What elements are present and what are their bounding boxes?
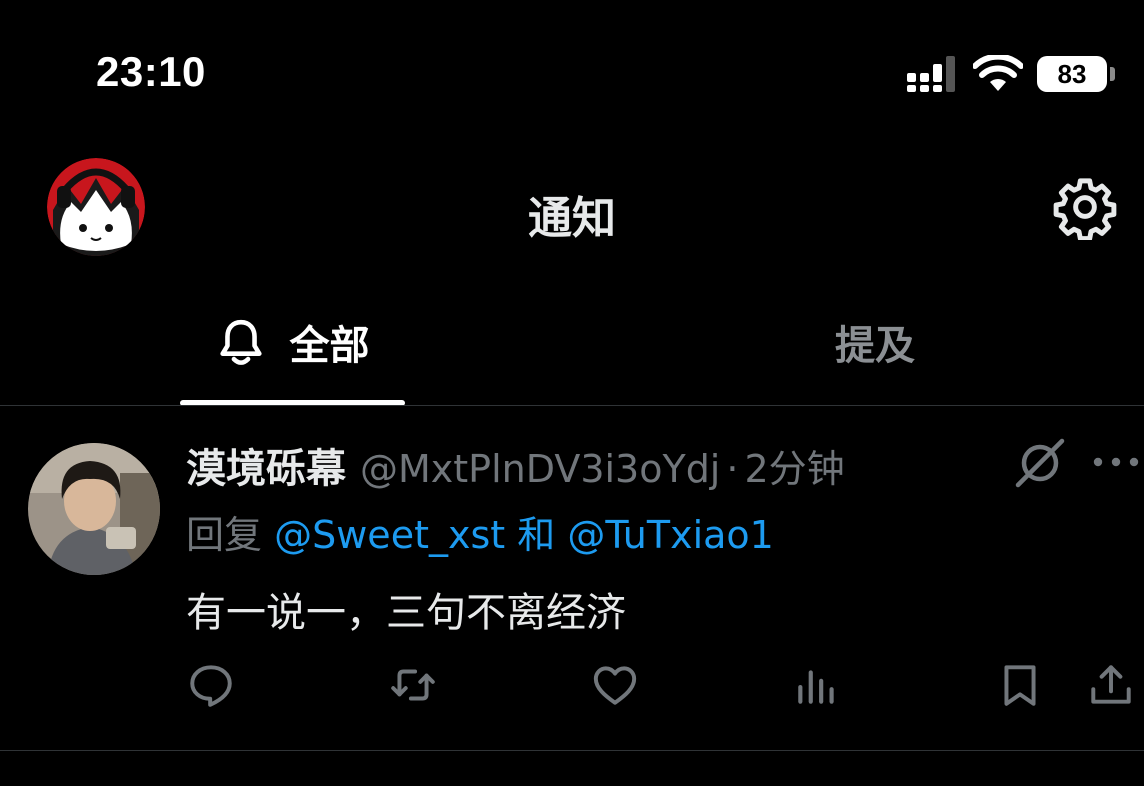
tab-all[interactable]: 全部 (180, 300, 405, 406)
reply-button[interactable] (186, 660, 236, 710)
battery-icon: 83 (1037, 56, 1115, 92)
separator-dot: · (726, 447, 739, 491)
grok-button[interactable] (1012, 435, 1068, 491)
author-handle[interactable]: @MxtPlnDV3i3oYdj (360, 447, 720, 491)
tab-mentions[interactable]: 提及 (760, 300, 990, 384)
views-button[interactable] (792, 660, 842, 710)
like-icon (593, 666, 637, 705)
author-avatar[interactable] (28, 443, 160, 575)
tweet-divider (0, 750, 1144, 751)
tab-all-label: 全部 (289, 323, 370, 369)
author-name[interactable]: 漠境砾幕 (186, 436, 346, 494)
like-button[interactable] (590, 660, 640, 710)
tweet-text[interactable]: 有一说一，三句不离经济 (186, 580, 626, 638)
tab-mentions-label: 提及 (835, 323, 915, 369)
notification-header: 漠境砾幕 @MxtPlnDV3i3oYdj · 2分钟 (186, 436, 845, 494)
mention-link[interactable]: @Sweet_xst (274, 513, 505, 557)
reply-context: 回复 @Sweet_xst 和 @TuTxiao1 (186, 504, 774, 559)
retweet-button[interactable] (388, 660, 438, 710)
reply-prefix: 回复 (186, 513, 263, 557)
more-options-button[interactable] (1088, 446, 1144, 478)
status-time: 23:10 (96, 48, 206, 95)
wifi-icon (973, 55, 1023, 91)
timestamp: 2分钟 (744, 447, 845, 491)
status-icons: 83 (905, 55, 1115, 93)
cellular-signal-icon (907, 56, 955, 92)
gear-icon (1053, 178, 1117, 242)
share-button[interactable] (1086, 660, 1136, 710)
battery-level: 83 (1037, 56, 1107, 92)
retweet-icon (391, 669, 435, 701)
views-icon (798, 670, 834, 704)
grok-icon (1015, 438, 1065, 488)
reply-icon (190, 665, 232, 707)
settings-button[interactable] (1052, 174, 1118, 242)
more-icon (1093, 457, 1139, 467)
tabs-divider (0, 405, 1144, 406)
conjunction: 和 (517, 513, 556, 557)
mention-link[interactable]: @TuTxiao1 (567, 513, 774, 557)
bookmark-icon (1004, 665, 1036, 706)
page-title: 通知 (528, 193, 616, 244)
share-icon (1091, 665, 1131, 704)
bookmark-button[interactable] (995, 660, 1045, 710)
bell-icon (219, 319, 262, 365)
